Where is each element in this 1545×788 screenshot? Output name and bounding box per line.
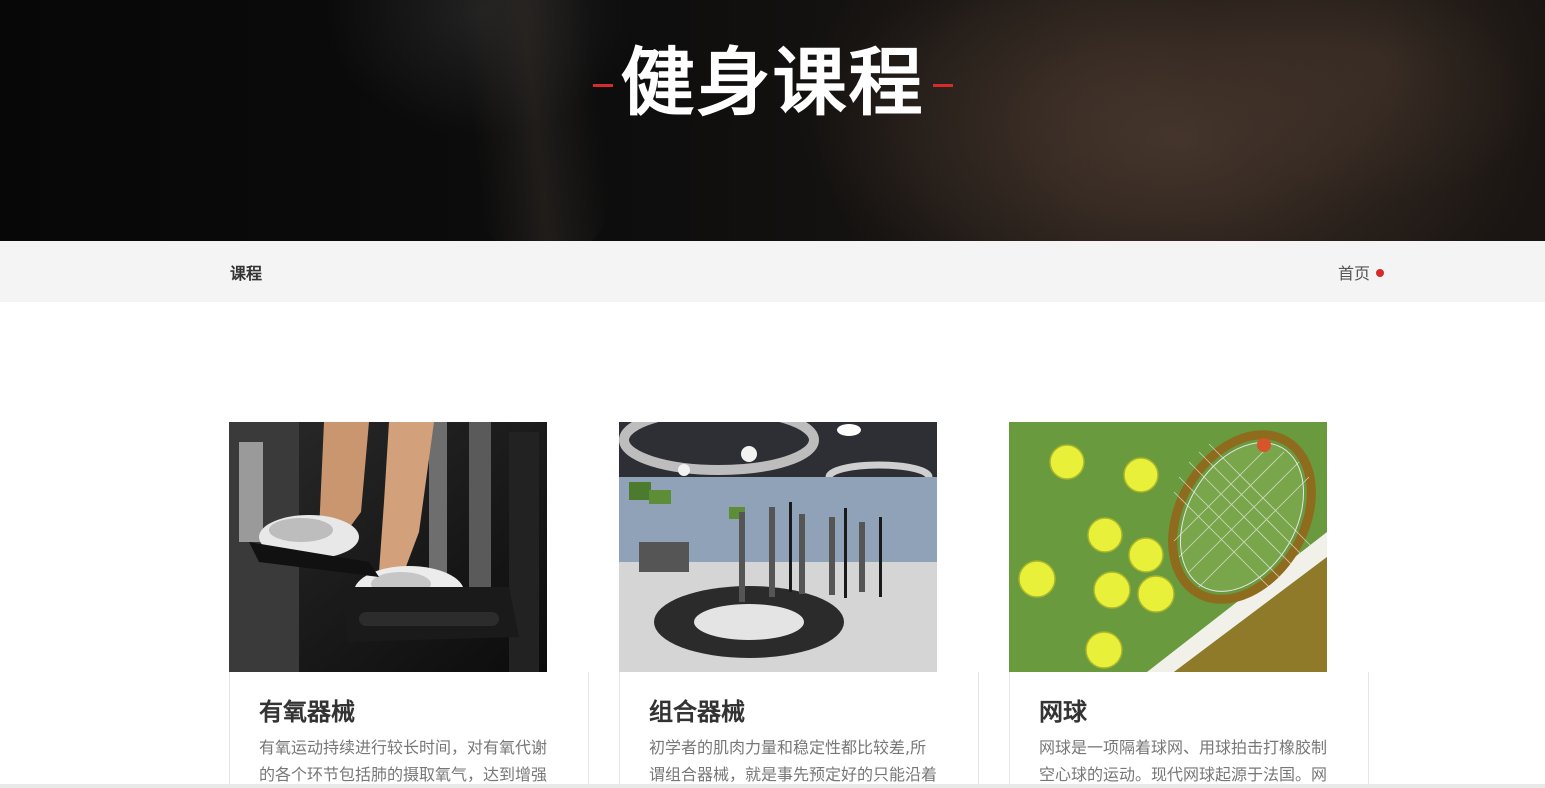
course-image-tennis[interactable] xyxy=(1009,422,1327,672)
course-description: 网球是一项隔着球网、用球拍击打橡胶制空心球的运动。现代网球起源于法国。网 xyxy=(1039,738,1328,784)
course-card-body: 有氧器械 有氧运动持续进行较长时间，对有氧代谢的各个环节包括肺的摄取氧气，达到增… xyxy=(229,672,589,788)
course-title[interactable]: 有氧器械 xyxy=(259,692,355,727)
course-card-cardio[interactable]: 有氧器械 有氧运动持续进行较长时间，对有氧代谢的各个环节包括肺的摄取氧气，达到增… xyxy=(229,422,589,788)
gym-interior-image xyxy=(619,422,937,672)
breadcrumb: 课程 首页 xyxy=(0,241,1545,302)
breadcrumb-home-link[interactable]: 首页 xyxy=(1338,260,1385,284)
breadcrumb-current-section: 课程 xyxy=(230,264,263,283)
course-title[interactable]: 网球 xyxy=(1039,692,1087,727)
course-description: 初学者的肌肉力量和稳定性都比较差,所谓组合器械，就是事先预定好的只能沿着一 xyxy=(649,738,938,784)
page-bottom-edge xyxy=(0,784,1545,788)
course-card-combination[interactable]: 组合器械 初学者的肌肉力量和稳定性都比较差,所谓组合器械，就是事先预定好的只能沿… xyxy=(619,422,979,788)
course-image-combination[interactable] xyxy=(619,422,937,672)
course-card-tennis[interactable]: 网球 网球是一项隔着球网、用球拍击打橡胶制空心球的运动。现代网球起源于法国。网 xyxy=(1009,422,1369,788)
title-dash-right xyxy=(932,83,953,87)
course-card-body: 组合器械 初学者的肌肉力量和稳定性都比较差,所谓组合器械，就是事先预定好的只能沿… xyxy=(619,672,979,788)
page: 健身课程 课程 首页 有氧器械 有氧运动持续进行较长时间，对有氧代谢的各个环节包… xyxy=(0,0,1545,788)
course-card-body: 网球 网球是一项隔着球网、用球拍击打橡胶制空心球的运动。现代网球起源于法国。网 xyxy=(1009,672,1369,788)
hero-title-group: 健身课程 xyxy=(0,38,1545,128)
course-description: 有氧运动持续进行较长时间，对有氧代谢的各个环节包括肺的摄取氧气，达到增强 xyxy=(259,738,548,784)
breadcrumb-home-label: 首页 xyxy=(1338,264,1371,283)
title-dash-left xyxy=(592,83,613,87)
elliptical-trainer-image xyxy=(229,422,547,672)
red-dot-icon xyxy=(1376,269,1385,277)
course-title[interactable]: 组合器械 xyxy=(649,692,745,727)
tennis-image xyxy=(1009,422,1327,672)
page-title: 健身课程 xyxy=(620,40,925,126)
hero-banner: 健身课程 xyxy=(0,0,1545,241)
course-image-cardio[interactable] xyxy=(229,422,547,672)
